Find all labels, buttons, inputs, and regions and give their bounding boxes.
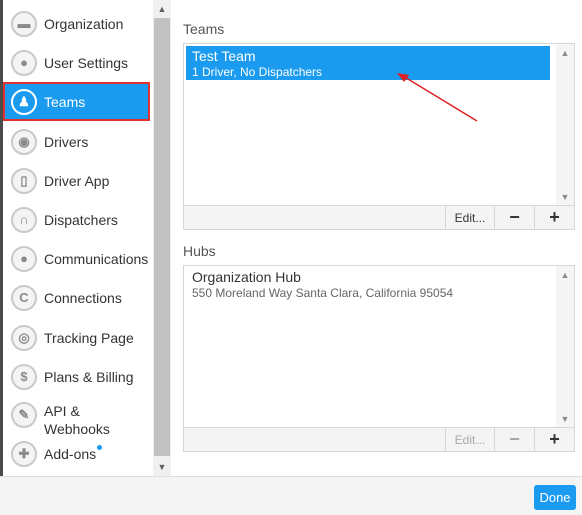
list-item-test-team[interactable]: Test Team 1 Driver, No Dispatchers (186, 46, 550, 80)
connection-icon: C (11, 284, 37, 311)
sidebar-item-driver-app[interactable]: ▯ Driver App (3, 161, 150, 200)
sidebar-item-label: Dispatchers (44, 211, 118, 228)
sidebar-item-label: Teams (44, 93, 86, 110)
hub-name: Organization Hub (192, 269, 301, 285)
settings-sidebar: ▬ Organization ● User Settings ♟ Teams ◉… (3, 0, 153, 476)
scroll-down-arrow-icon[interactable]: ▼ (556, 410, 574, 428)
sidebar-item-label: Organization (44, 15, 124, 32)
scroll-down-arrow-icon[interactable]: ▼ (153, 458, 171, 476)
sidebar-item-communications[interactable]: ● Communications (3, 239, 150, 278)
phone-icon: ▯ (11, 167, 37, 194)
sidebar-item-label: API & Webhooks (44, 403, 110, 437)
scroll-down-arrow-icon[interactable]: ▼ (556, 188, 574, 206)
scroll-up-arrow-icon[interactable]: ▲ (153, 0, 171, 18)
hubs-list-scrollbar[interactable]: ▲ ▼ (556, 266, 574, 428)
sidebar-item-connections[interactable]: C Connections (3, 278, 150, 317)
teams-list: Test Team 1 Driver, No Dispatchers (184, 44, 556, 206)
sidebar-item-organization[interactable]: ▬ Organization (3, 4, 150, 43)
sidebar-item-user-settings[interactable]: ● User Settings (3, 43, 150, 82)
dollar-icon: $ (11, 363, 37, 390)
sidebar-item-label: Drivers (44, 133, 89, 150)
list-item-organization-hub[interactable]: Organization Hub 550 Moreland Way Santa … (186, 269, 550, 301)
teams-panel: Test Team 1 Driver, No Dispatchers ▲ ▼ E… (183, 43, 575, 230)
headset-icon: ∩ (11, 206, 37, 233)
sidebar-item-label: Communications (44, 250, 149, 267)
teams-toolbar: Edit... − + (184, 205, 574, 229)
teams-section-title: Teams (183, 21, 225, 37)
hubs-panel: Organization Hub 550 Moreland Way Santa … (183, 265, 575, 452)
dialog-footer: Done (0, 476, 582, 515)
briefcase-icon: ▬ (11, 10, 37, 37)
sidebar-item-label: Tracking Page (44, 329, 134, 346)
sidebar-item-label: Connections (44, 289, 122, 306)
sidebar-item-label-wrap: Add-ons (44, 445, 103, 463)
sidebar-item-plans-billing[interactable]: $ Plans & Billing (3, 357, 150, 396)
scroll-up-arrow-icon[interactable]: ▲ (556, 44, 574, 62)
team-detail: 1 Driver, No Dispatchers (192, 65, 323, 79)
hubs-toolbar: Edit... − + (184, 427, 574, 451)
hub-address: 550 Moreland Way Santa Clara, California… (192, 286, 454, 300)
sidebar-item-label: Plans & Billing (44, 368, 134, 385)
remove-hub-button[interactable]: − (494, 428, 534, 451)
sidebar-item-label: Add-ons (44, 446, 97, 462)
steering-wheel-icon: ◉ (11, 128, 37, 155)
scrollbar-thumb[interactable] (154, 18, 170, 456)
sidebar-item-dispatchers[interactable]: ∩ Dispatchers (3, 200, 150, 239)
sidebar-scrollbar[interactable]: ▲ ▼ (153, 0, 171, 476)
sidebar-item-label: Driver App (44, 172, 110, 189)
done-button[interactable]: Done (534, 485, 576, 510)
scroll-up-arrow-icon[interactable]: ▲ (556, 266, 574, 284)
notification-dot (97, 445, 103, 450)
edit-team-button[interactable]: Edit... (445, 206, 494, 229)
hubs-section-title: Hubs (183, 243, 216, 259)
puzzle-icon: ✚ (11, 441, 37, 467)
chat-bubble-icon: ● (11, 245, 37, 272)
target-icon: ◎ (11, 324, 37, 351)
add-team-button[interactable]: + (534, 206, 574, 229)
add-hub-button[interactable]: + (534, 428, 574, 451)
sidebar-item-label: User Settings (44, 54, 129, 71)
team-icon: ♟ (11, 88, 37, 115)
edit-hub-button[interactable]: Edit... (445, 428, 494, 451)
sidebar-item-teams[interactable]: ♟ Teams (3, 82, 150, 121)
sidebar-item-drivers[interactable]: ◉ Drivers (3, 122, 150, 161)
teams-list-scrollbar[interactable]: ▲ ▼ (556, 44, 574, 206)
sidebar-item-tracking-page[interactable]: ◎ Tracking Page (3, 318, 150, 357)
wrench-icon: ✎ (11, 402, 37, 428)
hubs-list: Organization Hub 550 Moreland Way Santa … (184, 266, 556, 428)
team-name: Test Team (192, 48, 256, 64)
remove-team-button[interactable]: − (494, 206, 534, 229)
user-icon: ● (11, 49, 37, 76)
sidebar-item-add-ons[interactable]: ✚ Add-ons (3, 436, 150, 472)
